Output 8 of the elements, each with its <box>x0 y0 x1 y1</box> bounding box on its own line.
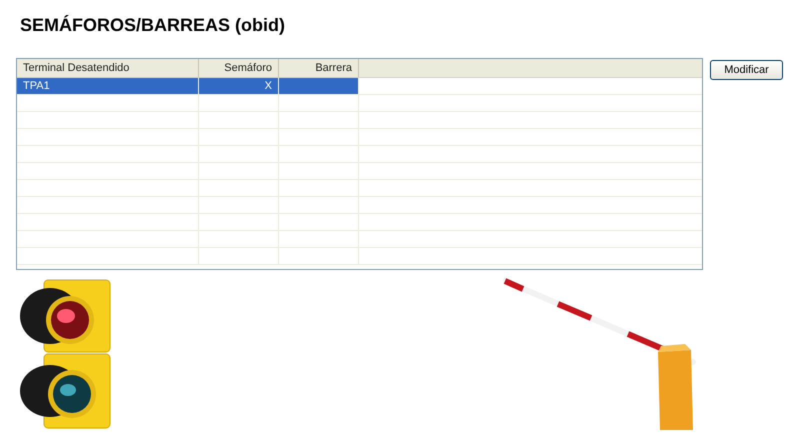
page-title: SEMÁFOROS/BARREAS (obid) <box>20 14 285 37</box>
column-header[interactable]: Barrera <box>279 59 359 77</box>
table-cell: X <box>264 80 272 92</box>
table-cell: TPA1 <box>23 80 50 92</box>
modify-button[interactable]: Modificar <box>710 60 783 80</box>
column-header[interactable]: Semáforo <box>199 59 279 77</box>
table-row[interactable]: TPA1 X <box>17 78 702 95</box>
column-header[interactable]: Terminal Desatendido <box>17 59 199 77</box>
